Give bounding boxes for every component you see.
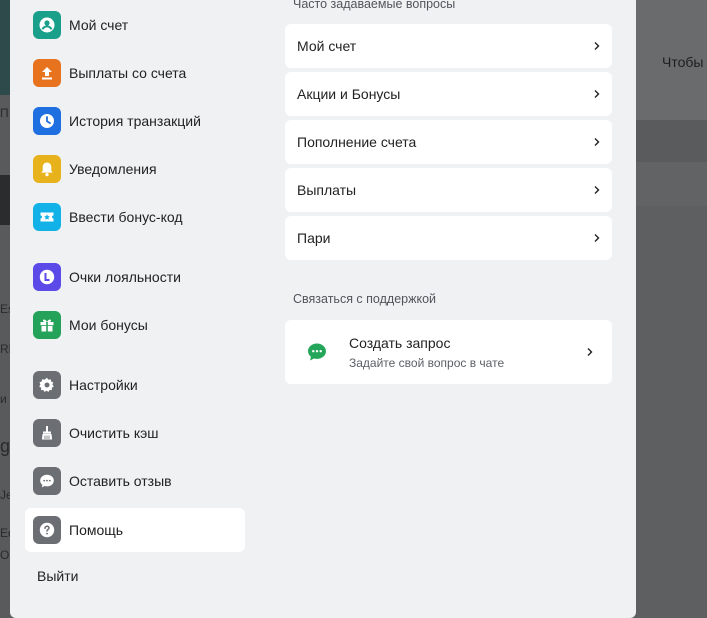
- gear-icon: [33, 371, 61, 399]
- create-request-subtitle: Задайте свой вопрос в чате: [349, 355, 505, 370]
- menu-item-label: Уведомления: [69, 161, 157, 177]
- background-image-block: [0, 0, 10, 95]
- faq-item-label: Пополнение счета: [297, 134, 417, 150]
- menu-item-help[interactable]: Помощь: [25, 508, 245, 552]
- faq-item-promotions[interactable]: Акции и Бонусы: [285, 72, 612, 116]
- chevron-right-icon: [582, 137, 612, 147]
- menu-item-transaction-history[interactable]: История транзакций: [25, 99, 245, 143]
- menu-item-loyalty-points[interactable]: Очки лояльности: [25, 255, 245, 299]
- faq-item-bets[interactable]: Пари: [285, 216, 612, 260]
- background-fragment: Je: [0, 488, 10, 502]
- menu-item-label: Очки лояльности: [69, 269, 181, 285]
- faq-item-payouts[interactable]: Выплаты: [285, 168, 612, 212]
- clock-icon: [33, 107, 61, 135]
- menu-item-feedback[interactable]: Оставить отзыв: [25, 459, 245, 503]
- chevron-right-icon: [568, 347, 612, 357]
- ticket-icon: [33, 203, 61, 231]
- menu-item-label: Мои бонусы: [69, 317, 148, 333]
- background-fragment: Es: [0, 302, 10, 316]
- menu-item-label: Оставить отзыв: [69, 473, 172, 489]
- background-fragment: RE: [0, 342, 10, 356]
- create-request-text: Создать запрос Задайте свой вопрос в чат…: [349, 335, 568, 370]
- background-fragment: Ed: [0, 526, 10, 540]
- menu-item-settings[interactable]: Настройки: [25, 363, 245, 407]
- faq-item-label: Мой счет: [297, 38, 357, 54]
- menu-item-label: Мой счет: [69, 17, 129, 33]
- background-image-block: [0, 175, 10, 225]
- chevron-right-icon: [582, 185, 612, 195]
- menu-item-bonus-code[interactable]: Ввести бонус-код: [25, 195, 245, 239]
- chat-bubble-icon: [285, 340, 349, 364]
- bell-icon: [33, 155, 61, 183]
- menu-item-label: Настройки: [69, 377, 138, 393]
- faq-item-my-account[interactable]: Мой счет: [285, 24, 612, 68]
- background-band: [636, 120, 707, 162]
- loyalty-icon: [33, 263, 61, 291]
- create-request-title: Создать запрос: [349, 334, 451, 351]
- background-fragment: OH: [0, 548, 10, 562]
- background-left-strip: П Es RE и g Je Ed OH: [0, 0, 10, 618]
- user-icon: [33, 11, 61, 39]
- create-request-card[interactable]: Создать запрос Задайте свой вопрос в чат…: [285, 320, 612, 384]
- background-right-strip: Чтобы: [636, 0, 707, 618]
- menu-item-my-account[interactable]: Мой счет: [25, 3, 245, 47]
- background-fragment: и: [0, 392, 7, 406]
- faq-item-label: Акции и Бонусы: [297, 86, 401, 102]
- broom-icon: [33, 419, 61, 447]
- gift-icon: [33, 311, 61, 339]
- support-section-title: Связаться с поддержкой: [293, 292, 436, 306]
- upload-icon: [33, 59, 61, 87]
- background-band: [636, 162, 707, 206]
- menu-item-label: Помощь: [69, 522, 124, 538]
- menu-item-notifications[interactable]: Уведомления: [25, 147, 245, 191]
- faq-item-label: Пари: [297, 230, 331, 246]
- menu-item-withdrawals[interactable]: Выплаты со счета: [25, 51, 245, 95]
- faq-item-label: Выплаты: [297, 182, 357, 198]
- chevron-right-icon: [582, 41, 612, 51]
- chevron-right-icon: [582, 233, 612, 243]
- background-fragment: П: [0, 106, 9, 120]
- menu-item-label: Выплаты со счета: [69, 65, 187, 81]
- faq-section-title: Часто задаваемые вопросы: [293, 0, 456, 11]
- account-modal: Мой счет Выплаты со счета История транза…: [10, 0, 636, 618]
- menu-item-label: История транзакций: [69, 113, 201, 129]
- menu-item-label: Ввести бонус-код: [69, 209, 183, 225]
- help-icon: [33, 516, 61, 544]
- menu-item-label: Очистить кэш: [69, 425, 159, 441]
- chevron-right-icon: [582, 89, 612, 99]
- background-text: Чтобы: [662, 54, 704, 70]
- menu-item-clear-cache[interactable]: Очистить кэш: [25, 411, 245, 455]
- faq-item-deposit[interactable]: Пополнение счета: [285, 120, 612, 164]
- logout-link[interactable]: Выйти: [37, 568, 78, 584]
- menu-item-my-bonuses[interactable]: Мои бонусы: [25, 303, 245, 347]
- chat-icon: [33, 467, 61, 495]
- background-fragment: g: [0, 436, 10, 456]
